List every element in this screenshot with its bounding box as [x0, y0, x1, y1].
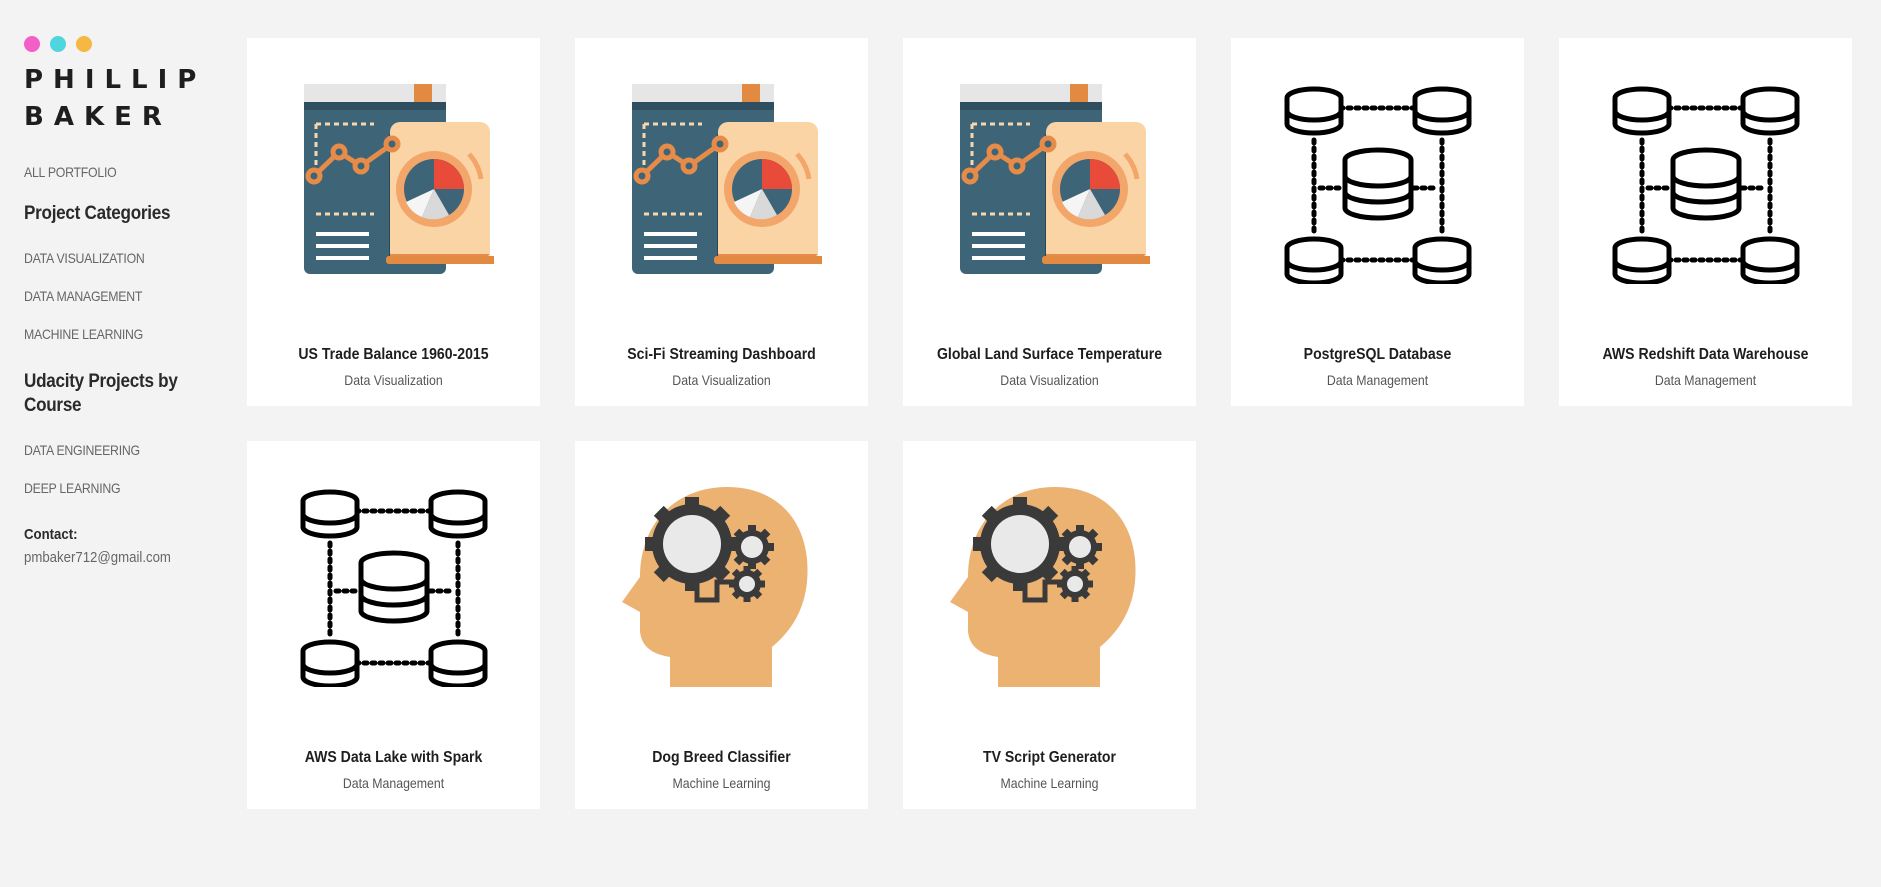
project-card-sci-fi-streaming[interactable]: Sci-Fi Streaming Dashboard Data Visualiz…	[575, 38, 868, 406]
project-category: Machine Learning	[1000, 775, 1099, 791]
nav-course-data-engineering[interactable]: DATA ENGINEERING	[24, 442, 191, 458]
logo-line-2: BAKER	[24, 102, 172, 132]
nav-course-deep-learning[interactable]: DEEP LEARNING	[24, 480, 191, 496]
sidebar: PHILLIP BAKER ALL PORTFOLIO Project Cate…	[24, 36, 214, 566]
contact-label: Contact:	[24, 526, 78, 543]
project-card-us-trade-balance[interactable]: US Trade Balance 1960-2015 Data Visualiz…	[247, 38, 540, 406]
pink-dot	[24, 36, 40, 52]
project-card-aws-data-lake[interactable]: AWS Data Lake with Spark Data Management	[247, 441, 540, 809]
project-category: Data Management	[1654, 372, 1757, 388]
yellow-dot	[76, 36, 92, 52]
project-title: AWS Data Lake with Spark	[304, 749, 483, 766]
cyan-dot	[50, 36, 66, 52]
project-title: US Trade Balance 1960-2015	[298, 346, 489, 363]
project-category: Data Management	[342, 775, 445, 791]
database-network-icon	[1559, 78, 1852, 290]
project-card-dog-breed[interactable]: Dog Breed Classifier Machine Learning	[575, 441, 868, 809]
logo-line-1: PHILLIP	[24, 65, 207, 95]
portfolio-grid: US Trade Balance 1960-2015 Data Visualiz…	[247, 38, 1852, 809]
contact-email-link[interactable]: pmbaker712@gmail.com	[24, 549, 191, 566]
project-title: PostgreSQL Database	[1303, 346, 1452, 363]
project-card-aws-redshift[interactable]: AWS Redshift Data Warehouse Data Managem…	[1559, 38, 1852, 406]
project-title: AWS Redshift Data Warehouse	[1602, 346, 1809, 363]
project-card-global-land-temperature[interactable]: Global Land Surface Temperature Data Vis…	[903, 38, 1196, 406]
project-title: Dog Breed Classifier	[652, 749, 791, 766]
window-dots	[24, 36, 214, 52]
project-title: Global Land Surface Temperature	[936, 346, 1163, 363]
courses-heading: Udacity Projects by Course	[24, 371, 178, 416]
project-category: Data Visualization	[1000, 372, 1099, 388]
project-card-postgresql[interactable]: PostgreSQL Database Data Management	[1231, 38, 1524, 406]
project-category: Data Visualization	[344, 372, 443, 388]
head-gears-icon	[575, 481, 868, 693]
nav-all-portfolio[interactable]: ALL PORTFOLIO	[24, 164, 191, 180]
site-logo[interactable]: PHILLIP BAKER	[24, 62, 214, 136]
nav-category-machine-learning[interactable]: MACHINE LEARNING	[24, 326, 191, 342]
project-title: Sci-Fi Streaming Dashboard	[627, 346, 816, 363]
database-network-icon	[247, 481, 540, 693]
database-network-icon	[1231, 78, 1524, 290]
project-category: Data Management	[1326, 372, 1429, 388]
nav-category-data-management[interactable]: DATA MANAGEMENT	[24, 288, 191, 304]
head-gears-icon	[903, 481, 1196, 693]
categories-heading: Project Categories	[24, 203, 171, 224]
project-title: TV Script Generator	[982, 749, 1117, 766]
report-chart-icon	[903, 78, 1196, 290]
project-category: Data Visualization	[672, 372, 771, 388]
nav-category-data-visualization[interactable]: DATA VISUALIZATION	[24, 250, 191, 266]
report-chart-icon	[247, 78, 540, 290]
report-chart-icon	[575, 78, 868, 290]
project-card-tv-script[interactable]: TV Script Generator Machine Learning	[903, 441, 1196, 809]
project-category: Machine Learning	[672, 775, 771, 791]
